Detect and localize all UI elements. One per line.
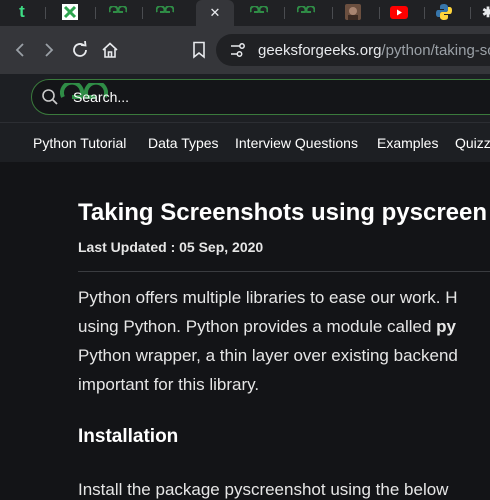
nav-item-interview-questions[interactable]: Interview Questions xyxy=(235,135,358,151)
tab-4[interactable] xyxy=(153,0,177,24)
misc-favicon-icon: ✱ xyxy=(482,3,490,20)
tab-active[interactable]: ✕ xyxy=(196,0,234,26)
nav-item-data-types[interactable]: Data Types xyxy=(148,135,219,151)
t-favicon-icon: t xyxy=(19,2,25,21)
paragraph-line: Install the package pyscreenshot using t… xyxy=(78,480,449,499)
paragraph-line: important for this library. xyxy=(78,375,260,394)
address-bar[interactable]: geeksforgeeks.org/python/taking-scr xyxy=(216,34,490,66)
tab-6[interactable] xyxy=(247,0,271,24)
article-title: Taking Screenshots using pyscreen xyxy=(78,199,488,226)
tab-1[interactable]: t xyxy=(10,0,34,24)
nav-item-quizzes[interactable]: Quizzes xyxy=(455,135,490,151)
x-favicon-icon xyxy=(62,4,78,20)
tab-separator xyxy=(142,7,143,19)
nav-item-python-tutorial[interactable]: Python Tutorial xyxy=(33,135,126,151)
paragraph-text: using Python. Python provides a module c… xyxy=(78,317,437,336)
divider xyxy=(78,271,490,272)
close-icon[interactable]: ✕ xyxy=(207,5,223,21)
search-placeholder: Search... xyxy=(73,89,130,105)
gfg-favicon-icon xyxy=(250,6,268,13)
bookmark-icon xyxy=(193,41,205,59)
tab-separator xyxy=(95,7,96,19)
forward-button[interactable] xyxy=(37,38,61,62)
arrow-right-icon xyxy=(45,43,54,57)
tab-3[interactable] xyxy=(106,0,130,24)
tab-8[interactable] xyxy=(341,0,365,24)
tab-separator xyxy=(45,7,46,19)
youtube-favicon-icon xyxy=(390,5,408,19)
arrow-left-icon xyxy=(15,43,24,57)
home-button[interactable] xyxy=(98,38,122,62)
tab-11[interactable]: ✱ xyxy=(476,0,490,24)
site-header: Search... xyxy=(0,74,490,122)
paragraph-line: using Python. Python provides a module c… xyxy=(78,317,456,337)
tab-separator xyxy=(284,7,285,19)
avatar-favicon-icon xyxy=(345,4,361,20)
site-settings-icon[interactable] xyxy=(229,41,247,59)
url-domain: geeksforgeeks.org xyxy=(258,42,382,59)
last-updated: Last Updated : 05 Sep, 2020 xyxy=(78,239,264,255)
url-path: /python/taking-scr xyxy=(381,42,490,59)
search-icon xyxy=(42,89,58,105)
section-heading: Installation xyxy=(78,426,179,447)
paragraph-line: Python offers multiple libraries to ease… xyxy=(78,288,458,307)
home-icon xyxy=(102,42,118,58)
tab-9[interactable] xyxy=(387,0,411,24)
gfg-favicon-icon xyxy=(109,6,127,13)
paragraph-line: Python wrapper, a thin layer over existi… xyxy=(78,346,458,365)
search-input[interactable]: Search... xyxy=(31,79,490,115)
tab-10[interactable] xyxy=(432,0,456,24)
python-favicon-icon xyxy=(436,4,452,20)
url-text[interactable]: geeksforgeeks.org/python/taking-scr xyxy=(258,42,490,59)
gfg-favicon-icon xyxy=(156,6,174,13)
reload-icon xyxy=(73,41,87,57)
back-button[interactable] xyxy=(8,38,32,62)
tab-7[interactable] xyxy=(294,0,318,24)
gfg-favicon-icon xyxy=(297,6,315,13)
article-body: Taking Screenshots using pyscreen Last U… xyxy=(0,162,490,499)
tab-strip: t ✕ ✱ xyxy=(0,0,490,26)
nav-item-examples[interactable]: Examples xyxy=(377,135,438,151)
bookmark-button[interactable] xyxy=(187,38,211,62)
topic-nav: Python Tutorial Data Types Interview Que… xyxy=(0,122,490,162)
tab-2[interactable] xyxy=(58,0,82,24)
tab-separator xyxy=(379,7,380,19)
tab-separator xyxy=(424,7,425,19)
tab-separator xyxy=(332,7,333,19)
reload-button[interactable] xyxy=(68,38,92,62)
tab-separator xyxy=(470,7,471,19)
browser-toolbar: geeksforgeeks.org/python/taking-scr xyxy=(0,26,490,74)
bold-module-name: py xyxy=(436,317,457,336)
